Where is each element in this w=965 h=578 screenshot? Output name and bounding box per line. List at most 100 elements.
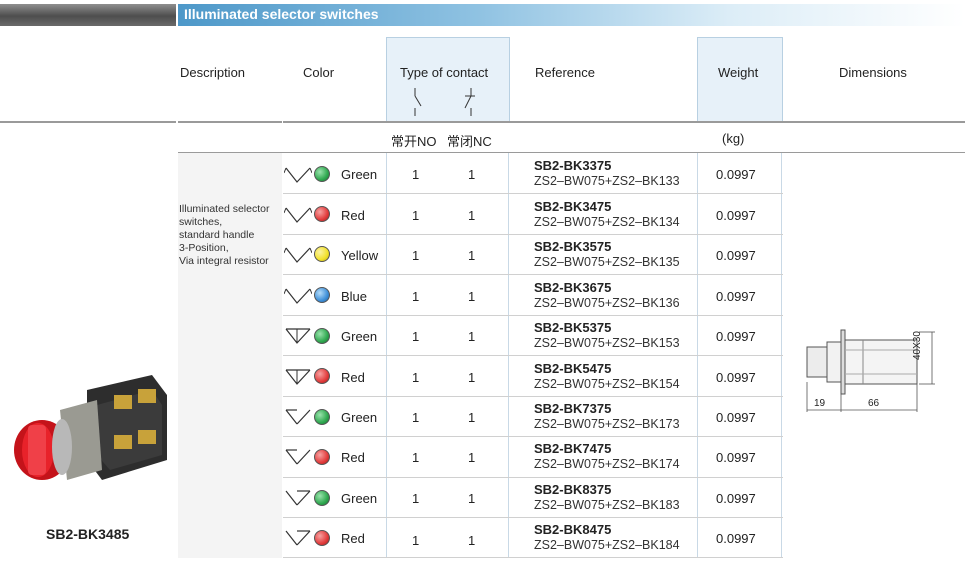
header-contact: Type of contact (400, 65, 489, 80)
row-divider (283, 517, 783, 518)
selector-two-way-icon (284, 247, 312, 263)
reference-code: SB2-BK7475 (534, 441, 612, 456)
header-weight-unit: (kg) (722, 131, 745, 146)
contact-nc: 1 (468, 208, 476, 223)
selector-return-left-icon (285, 409, 311, 425)
contact-nc: 1 (468, 450, 476, 465)
left-header-bar (0, 4, 176, 26)
weight-header-shade (697, 37, 783, 123)
reference-parts: ZS2–BW075+ZS2–BK184 (534, 538, 680, 552)
contact-no: 1 (412, 491, 420, 506)
contact-nc: 1 (468, 289, 476, 304)
reference-code: SB2-BK3375 (534, 158, 612, 173)
selector-two-way-icon (284, 167, 312, 183)
contact-nc: 1 (468, 329, 476, 344)
weight-value: 0.0997 (716, 370, 756, 385)
weight-value: 0.0997 (716, 329, 756, 344)
pilot-light-icon (314, 206, 330, 222)
weight-value: 0.0997 (716, 531, 756, 546)
contact-nc: 1 (468, 167, 476, 182)
weight-value: 0.0997 (716, 289, 756, 304)
contact-no: 1 (412, 450, 420, 465)
rule-desc (178, 121, 282, 123)
row-divider (283, 315, 783, 316)
color-name: Green (341, 491, 378, 506)
pilot-light-icon (314, 449, 330, 465)
contact-no: 1 (412, 167, 420, 182)
dimension-drawing-icon (806, 329, 935, 412)
color-name: Red (341, 208, 365, 223)
pilot-light-icon (314, 530, 330, 546)
selector-two-way-icon (284, 288, 312, 304)
reference-code: SB2-BK5475 (534, 361, 612, 376)
contact-nc: 1 (468, 370, 476, 385)
reference-parts: ZS2–BW075+ZS2–BK135 (534, 255, 680, 269)
weight-value: 0.0997 (716, 410, 756, 425)
color-name: Green (341, 329, 378, 344)
pilot-light-icon (314, 490, 330, 506)
pilot-light-icon (314, 246, 330, 262)
reference-parts: ZS2–BW075+ZS2–BK183 (534, 498, 680, 512)
color-name: Green (341, 167, 378, 182)
description-text: Illuminated selector switches, standard … (179, 203, 270, 267)
reference-code: SB2-BK5375 (534, 320, 612, 335)
row-divider (283, 274, 783, 275)
contact-no: 1 (412, 370, 420, 385)
pilot-light-icon (314, 368, 330, 384)
contact-no: 1 (412, 329, 420, 344)
dim-40x30: 40X30 (912, 331, 923, 360)
dim-19: 19 (814, 398, 826, 409)
weight-value: 0.0997 (716, 248, 756, 263)
contact-nc: 1 (468, 410, 476, 425)
header-color: Color (303, 65, 335, 80)
contact-no: 1 (412, 410, 420, 425)
reference-parts: ZS2–BW075+ZS2–BK153 (534, 336, 680, 350)
contact-no: 1 (412, 248, 420, 263)
weight-value: 0.0997 (716, 491, 756, 506)
selector-return-left-icon (285, 449, 311, 465)
contact-no: 1 (412, 533, 420, 548)
reference-parts: ZS2–BW075+ZS2–BK136 (534, 296, 680, 310)
contact-nc: 1 (468, 491, 476, 506)
row-divider (283, 355, 783, 356)
product-label: SB2-BK3485 (46, 526, 130, 542)
color-name: Red (341, 531, 365, 546)
row-divider (283, 557, 783, 558)
pilot-light-icon (314, 166, 330, 182)
color-name: Red (341, 450, 365, 465)
reference-parts: ZS2–BW075+ZS2–BK134 (534, 215, 680, 229)
reference-code: SB2-BK8475 (534, 522, 612, 537)
header-description: Description (180, 65, 246, 80)
reference-parts: ZS2–BW075+ZS2–BK154 (534, 377, 680, 391)
pilot-light-icon (314, 409, 330, 425)
header-reference: Reference (535, 65, 595, 80)
reference-code: SB2-BK3675 (534, 280, 612, 295)
row-divider (283, 396, 783, 397)
row-divider (283, 234, 783, 235)
header-no: 常开NO (391, 134, 437, 149)
weight-value: 0.0997 (716, 208, 756, 223)
color-name: Red (341, 370, 365, 385)
color-name: Green (341, 410, 378, 425)
reference-parts: ZS2–BW075+ZS2–BK173 (534, 417, 680, 431)
pilot-light-icon (314, 287, 330, 303)
product-photo-icon (14, 375, 167, 480)
row-divider (283, 477, 783, 478)
weight-value: 0.0997 (716, 450, 756, 465)
rule-left (0, 121, 176, 123)
reference-code: SB2-BK7375 (534, 401, 612, 416)
reference-code: SB2-BK3575 (534, 239, 612, 254)
row-divider (283, 436, 783, 437)
selector-return-both-icon (285, 328, 311, 344)
header-nc: 常闭NC (447, 134, 492, 149)
row-divider (283, 193, 783, 194)
contact-nc: 1 (468, 248, 476, 263)
reference-code: SB2-BK3475 (534, 199, 612, 214)
selector-return-right-icon (285, 490, 311, 506)
selector-return-both-icon (285, 369, 311, 385)
color-name: Yellow (341, 248, 379, 263)
contact-no: 1 (412, 289, 420, 304)
weight-value: 0.0997 (716, 167, 756, 182)
header-dimensions: Dimensions (839, 65, 907, 80)
header-weight: Weight (718, 65, 759, 80)
